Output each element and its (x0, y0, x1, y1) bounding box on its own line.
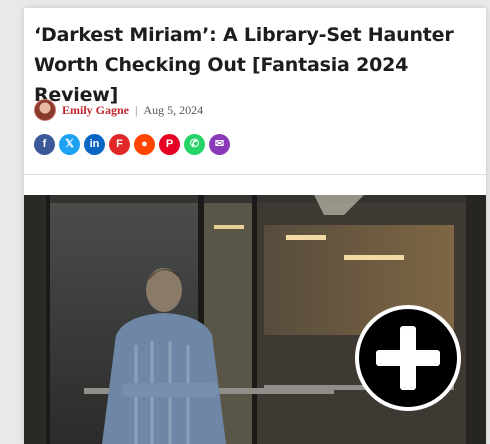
article-title[interactable]: ‘Darkest Miriam’: A Library-Set Haunter … (34, 20, 474, 110)
byline: Emily Gagne | Aug 5, 2024 (34, 99, 204, 121)
author-link[interactable]: Emily Gagne (62, 103, 129, 118)
expand-plus-button[interactable] (355, 305, 461, 411)
author-avatar (34, 99, 56, 121)
plus-icon (376, 326, 440, 390)
x-share-icon[interactable]: 𝕏 (59, 134, 80, 155)
publish-date: Aug 5, 2024 (143, 102, 204, 117)
article-card: ‘Darkest Miriam’: A Library-Set Haunter … (24, 8, 486, 444)
email-share-icon[interactable]: ✉ (209, 134, 230, 155)
facebook-share-icon[interactable]: f (34, 134, 55, 155)
reddit-share-icon[interactable]: ● (134, 134, 155, 155)
linkedin-share-icon[interactable]: in (84, 134, 105, 155)
article-hero-image (24, 195, 486, 444)
divider (24, 174, 486, 175)
share-bar: f 𝕏in F ● P ✆ ✉ (34, 134, 230, 155)
byline-separator: | (135, 102, 138, 117)
whatsapp-share-icon[interactable]: ✆ (184, 134, 205, 155)
pinterest-share-icon[interactable]: P (159, 134, 180, 155)
flipboard-share-icon[interactable]: F (109, 134, 130, 155)
